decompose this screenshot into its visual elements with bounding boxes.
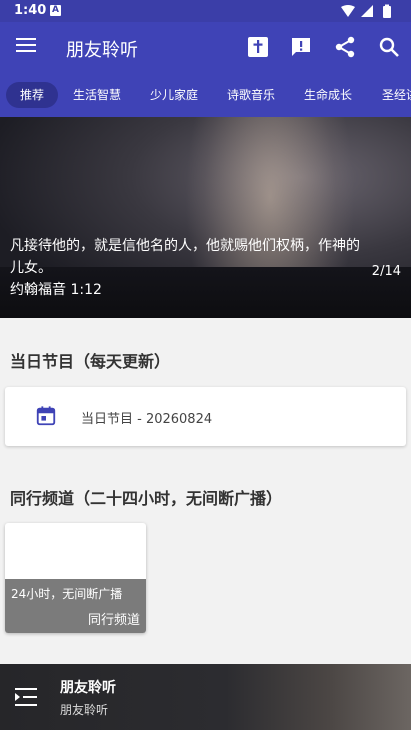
tab-bible-teaching[interactable]: 圣经讲 (374, 82, 411, 108)
status-bar: 1:40 A (0, 0, 411, 22)
verse-banner[interactable]: 凡接待他的，就是信他名的人，他就赐他们权柄，作神的儿女。 约翰福音 1:12 2… (0, 117, 411, 318)
playlist-icon[interactable] (15, 687, 37, 707)
tab-life-wisdom[interactable]: 生活智慧 (66, 82, 128, 108)
player-subtitle: 朋友聆听 (60, 703, 109, 717)
tab-recommended[interactable]: 推荐 (6, 82, 58, 108)
calendar-icon (36, 406, 56, 426)
menu-icon[interactable] (16, 38, 36, 56)
banner-verse: 凡接待他的，就是信他名的人，他就赐他们权柄，作神的儿女。 (10, 238, 360, 276)
channel-card[interactable]: 24小时，无间断广播 同行频道 (5, 523, 146, 633)
daily-section-title: 当日节目（每天更新） (10, 352, 171, 371)
search-icon[interactable] (377, 35, 401, 59)
tab-hymns-music[interactable]: 诗歌音乐 (220, 82, 282, 108)
channel-card-name: 同行频道 (87, 613, 140, 628)
banner-reference: 约翰福音 1:12 (10, 282, 102, 298)
daily-program-card[interactable]: 当日节目 - 20260824 (5, 387, 406, 446)
system-status-icons (341, 4, 391, 18)
player-title: 朋友聆听 (60, 680, 116, 696)
tab-life-growth[interactable]: 生命成长 (297, 82, 359, 108)
banner-counter: 2/14 (371, 264, 401, 279)
signal-icon (361, 5, 373, 17)
feedback-icon[interactable] (289, 35, 313, 59)
channel-section-title: 同行频道（二十四小时，无间断广播） (10, 489, 283, 508)
wifi-icon (341, 5, 355, 17)
mini-player[interactable]: 朋友聆听 朋友聆听 (0, 664, 411, 730)
daily-program-label: 当日节目 - 20260824 (81, 412, 213, 427)
channel-card-desc: 24小时，无间断广播 (11, 587, 123, 601)
category-tabs: 推荐 生活智慧 少儿家庭 诗歌音乐 生命成长 圣经讲 (0, 72, 411, 117)
app-title: 朋友聆听 (66, 40, 138, 61)
status-time: 1:40 (14, 3, 47, 18)
app-bar: 朋友聆听 (0, 22, 411, 72)
battery-icon (383, 6, 391, 18)
bible-icon[interactable] (246, 35, 270, 59)
tab-children-family[interactable]: 少儿家庭 (143, 82, 205, 108)
notification-icon: A (50, 5, 61, 16)
share-icon[interactable] (333, 35, 357, 59)
